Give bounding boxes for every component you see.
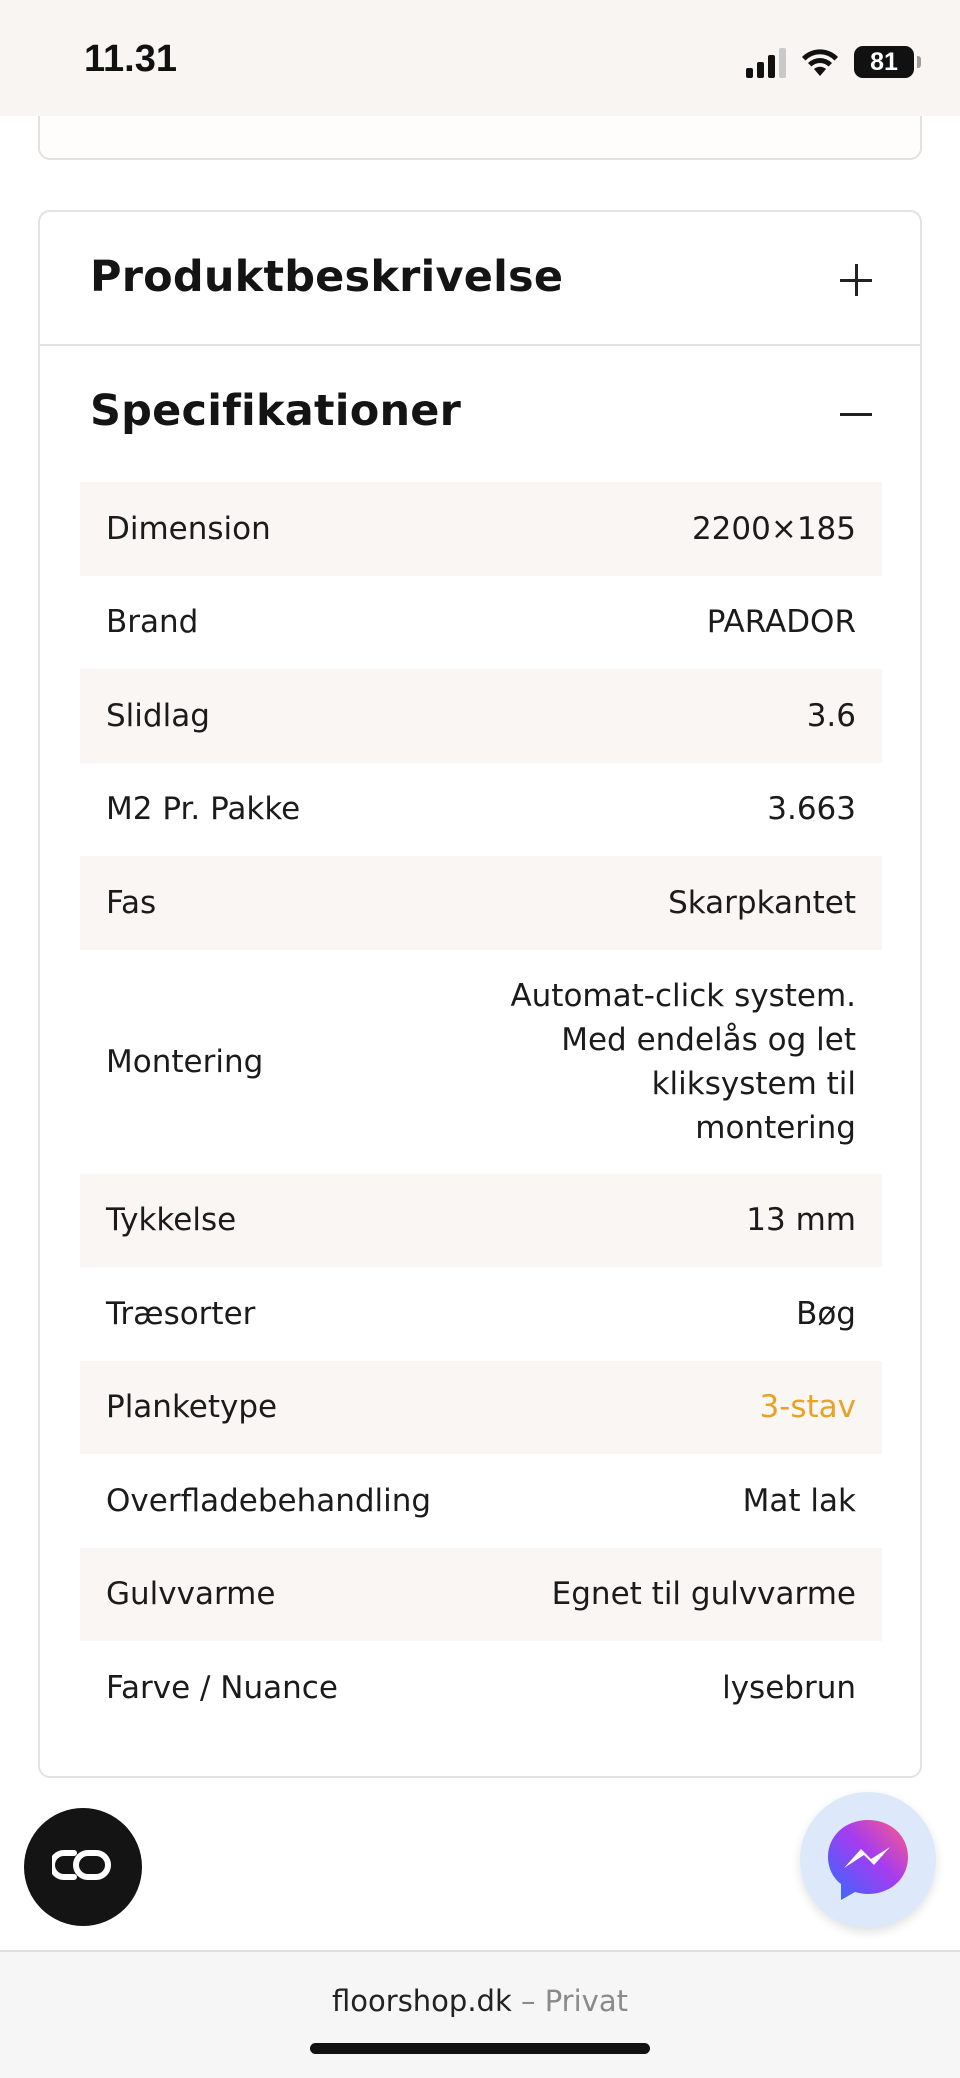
wifi-icon xyxy=(802,49,838,76)
spec-value: Egnet til gulvvarme xyxy=(551,1576,856,1613)
spec-value: 3.6 xyxy=(806,697,856,734)
spec-label: M2 Pr. Pakke xyxy=(106,791,301,828)
spec-label: Fas xyxy=(106,884,157,921)
spec-row-planketype: Planketype 3-stav xyxy=(80,1360,882,1454)
url-separator: – xyxy=(511,1984,545,2018)
spec-row-tykkelse: Tykkelse 13 mm xyxy=(80,1173,882,1267)
spec-row-m2-per-pack: M2 Pr. Pakke 3.663 xyxy=(80,763,882,857)
status-bar: 11.31 81 xyxy=(0,0,960,116)
spec-row-gulvvarme: Gulvvarme Egnet til gulvvarme xyxy=(80,1547,882,1641)
spec-row-overfladebehandling: Overfladebehandling Mat lak xyxy=(80,1454,882,1548)
plus-icon[interactable] xyxy=(840,264,872,296)
chat-widget-button[interactable] xyxy=(24,1808,142,1926)
spec-value: Bøg xyxy=(796,1295,856,1332)
page: 11.31 81 Produktbeskrivelse Specifikatio… xyxy=(0,0,960,2078)
spec-row-fas: Fas Skarpkantet xyxy=(80,856,882,950)
spec-row-slidlag: Slidlag 3.6 xyxy=(80,669,882,763)
product-accordion: Produktbeskrivelse Specifikationer Dimen… xyxy=(38,210,922,1778)
spec-value: 2200×185 xyxy=(691,510,856,547)
accordion-title-specifications: Specifikationer xyxy=(90,386,462,436)
spec-label: Farve / Nuance xyxy=(106,1669,338,1706)
messenger-icon xyxy=(828,1820,908,1900)
spec-label: Montering xyxy=(106,1043,264,1080)
minus-icon[interactable] xyxy=(840,398,872,430)
signal-icon xyxy=(746,46,786,78)
spec-value: Mat lak xyxy=(742,1482,856,1519)
accordion-header-description[interactable]: Produktbeskrivelse xyxy=(40,212,920,346)
accordion-header-specifications[interactable]: Specifikationer xyxy=(40,346,920,480)
spec-label: Tykkelse xyxy=(106,1202,237,1239)
spec-label: Træsorter xyxy=(106,1295,256,1332)
spec-row-dimension: Dimension 2200×185 xyxy=(80,482,882,576)
messenger-button[interactable] xyxy=(800,1792,936,1928)
accordion-title-description: Produktbeskrivelse xyxy=(90,252,564,302)
spec-label: Dimension xyxy=(106,510,271,547)
spec-value: PARADOR xyxy=(706,604,856,641)
spec-value-link[interactable]: 3-stav xyxy=(759,1389,856,1425)
battery-level: 81 xyxy=(870,47,898,76)
spec-value: Skarpkantet xyxy=(668,884,856,921)
spec-row-montering: Montering Automat-click system. Med ende… xyxy=(80,950,882,1174)
spec-value: 13 mm xyxy=(746,1202,856,1239)
status-icons: 81 xyxy=(746,42,921,82)
battery-icon: 81 xyxy=(854,46,921,78)
spec-value: 3.663 xyxy=(767,791,856,828)
url-domain: floorshop.dk xyxy=(332,1984,512,2018)
spec-label: Slidlag xyxy=(106,697,210,734)
status-time: 11.31 xyxy=(84,38,177,80)
spec-label: Brand xyxy=(106,604,199,641)
specifications-table: Dimension 2200×185 Brand PARADOR Slidlag… xyxy=(80,482,882,1735)
spec-label: Planketype xyxy=(106,1389,278,1426)
browser-url-bar[interactable]: floorshop.dk – Privat xyxy=(0,1950,960,2078)
home-indicator[interactable] xyxy=(310,2043,650,2054)
url-display[interactable]: floorshop.dk – Privat xyxy=(0,1984,960,2018)
chat-widget-icon xyxy=(52,1850,111,1880)
spec-row-farve: Farve / Nuance lysebrun xyxy=(80,1641,882,1735)
private-mode-label: Privat xyxy=(544,1984,628,2018)
spec-label: Overfladebehandling xyxy=(106,1482,432,1519)
spec-row-traesorter: Træsorter Bøg xyxy=(80,1267,882,1361)
spec-label: Gulvvarme xyxy=(106,1576,276,1613)
spec-row-brand: Brand PARADOR xyxy=(80,576,882,670)
spec-value: lysebrun xyxy=(722,1669,856,1706)
spec-value: Automat-click system. Med endelås og let… xyxy=(510,977,856,1146)
